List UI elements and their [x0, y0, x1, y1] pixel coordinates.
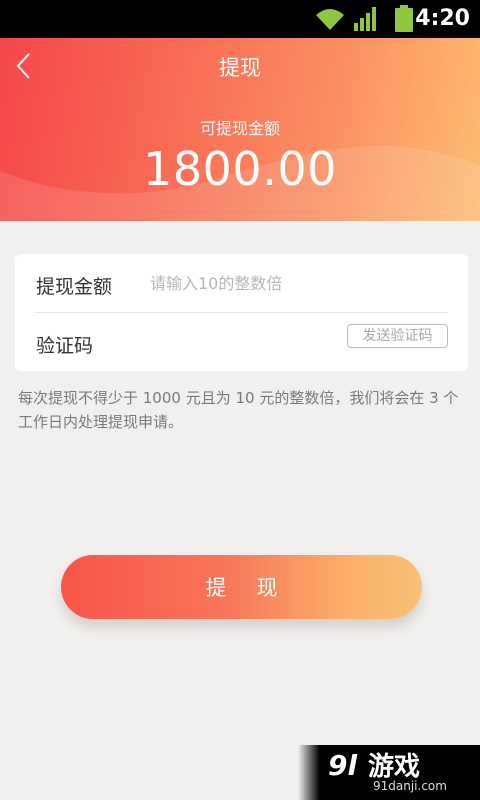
balance-label: 可提现金额 [199, 119, 280, 138]
watermark-url: 91danji.com [373, 779, 447, 793]
amount-row: 提现金额 [15, 254, 468, 312]
signal-icon [354, 7, 376, 31]
wifi-icon [316, 9, 344, 30]
watermark-logo: 9l 游戏 [328, 749, 420, 781]
send-code-button[interactable]: 发送验证码 [347, 324, 448, 348]
status-time: 4:20 [415, 6, 470, 31]
withdraw-form: 提现金额 验证码 发送验证码 [15, 254, 468, 371]
svg-text:游戏: 游戏 [368, 752, 420, 781]
withdraw-button[interactable]: 提现 [61, 555, 422, 619]
amount-label: 提现金额 [36, 276, 113, 298]
amount-input[interactable] [150, 268, 440, 298]
header: 提现 可提现金额 1800.00 [0, 38, 480, 221]
balance-amount: 1800.00 [143, 142, 337, 196]
watermark: 9l 游戏 91danji.com [298, 745, 480, 800]
code-row: 验证码 发送验证码 [15, 313, 468, 371]
code-label: 验证码 [36, 335, 94, 357]
svg-text:9l: 9l [328, 749, 357, 781]
battery-icon [395, 5, 413, 32]
status-bar: 4:20 [0, 0, 480, 38]
page-title: 提现 [219, 56, 261, 80]
withdraw-notice: 每次提现不得少于 1000 元且为 10 元的整数倍，我们将会在 3 个工作日内… [18, 389, 459, 431]
